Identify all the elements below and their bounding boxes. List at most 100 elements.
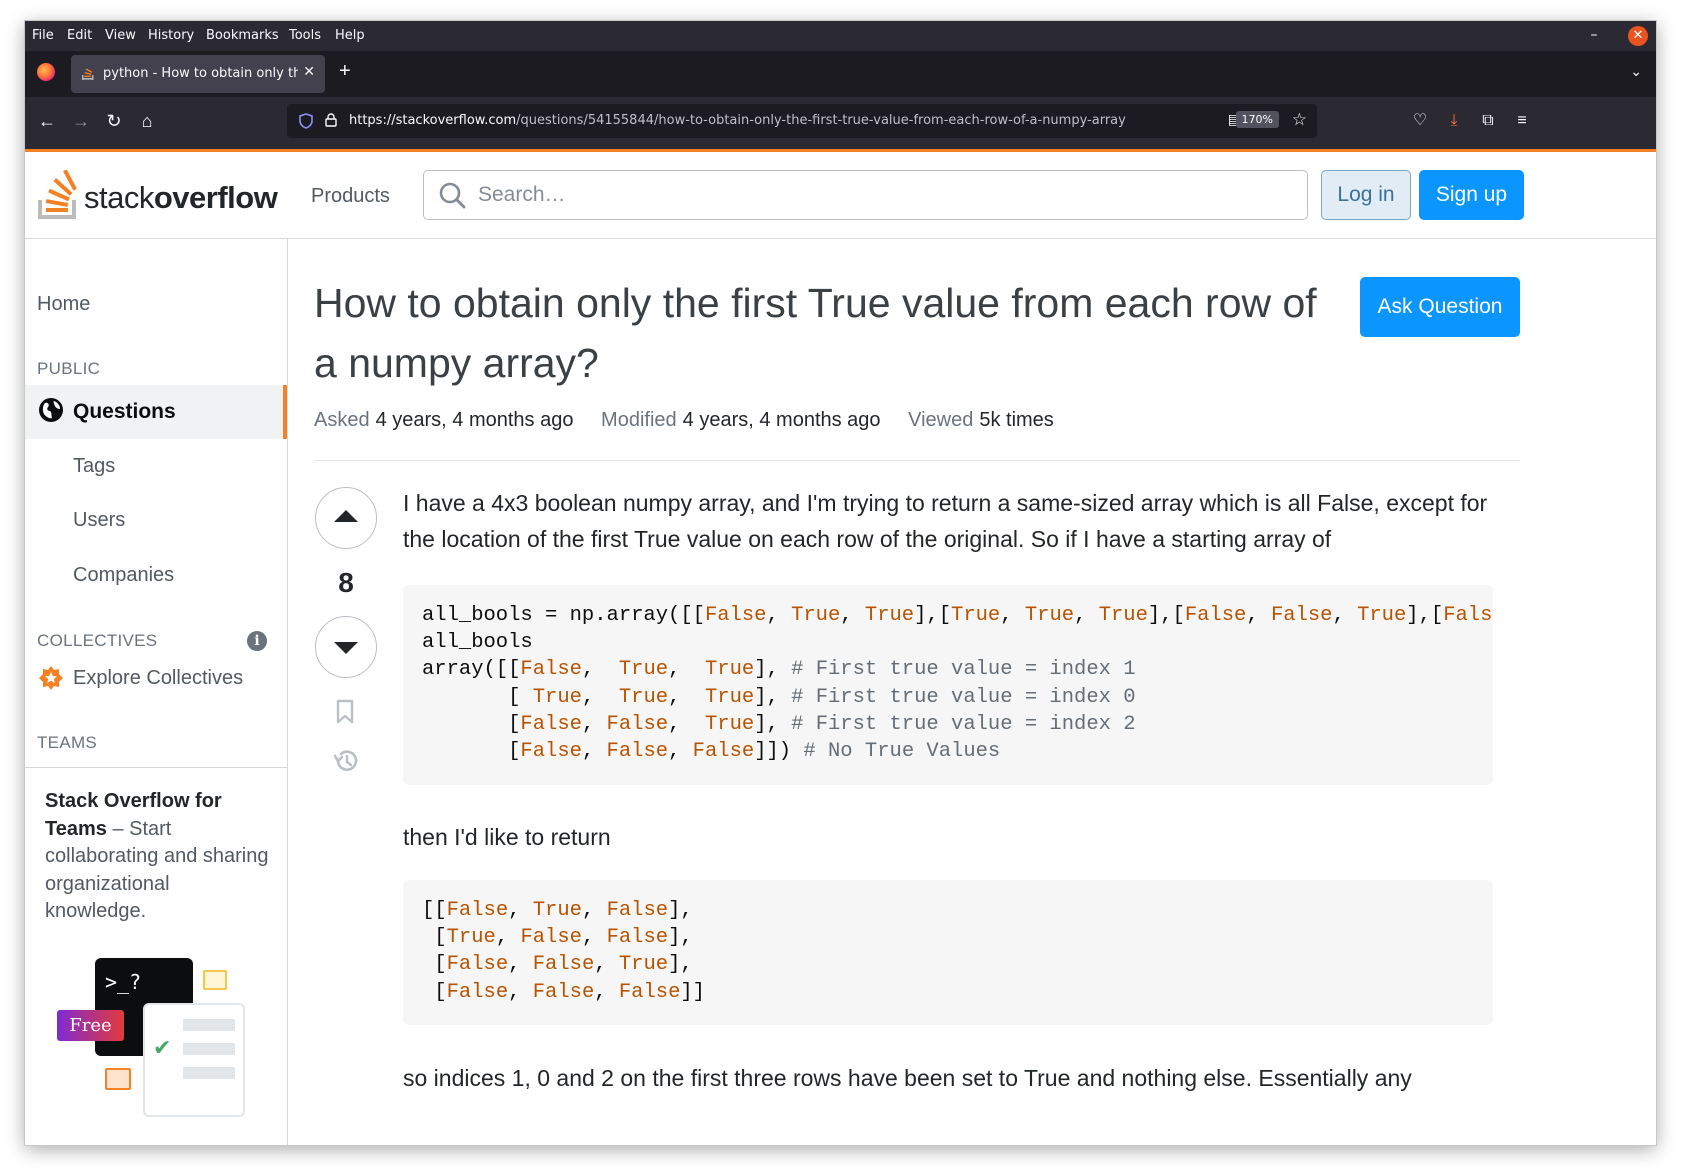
menu-history[interactable]: History — [148, 28, 194, 43]
stackoverflow-logo[interactable]: stackoverflow — [37, 170, 278, 220]
new-tab-icon[interactable]: + — [339, 61, 351, 81]
code-text: ]]) — [754, 740, 804, 764]
code-text: , — [508, 980, 533, 1004]
code-keyword: False — [520, 658, 582, 682]
code-text: ],[ — [1147, 604, 1185, 627]
modified-value[interactable]: 4 years, 4 months ago — [683, 409, 881, 431]
site-header: stackoverflow Products Log in Sign up — [25, 152, 1656, 239]
code-text: , — [581, 926, 607, 950]
checklist-card: ✔ — [143, 1003, 245, 1117]
code-keyword: True — [532, 899, 582, 922]
code-text: ], — [668, 953, 693, 977]
menu-tools[interactable]: Tools — [289, 28, 321, 43]
code-keyword: False — [704, 604, 767, 627]
ask-question-button[interactable]: Ask Question — [1360, 277, 1520, 337]
back-icon[interactable]: ← — [35, 111, 59, 131]
code-line: [False, False, True], — [422, 951, 1474, 978]
code-keyword: False — [446, 953, 509, 977]
search-box[interactable] — [423, 170, 1308, 220]
sidebar-item-companies[interactable]: Companies — [73, 564, 174, 587]
code-keyword: False — [520, 740, 582, 764]
code-text: ], — [754, 658, 792, 682]
reload-icon[interactable]: ↻ — [102, 111, 126, 131]
tab-active[interactable]: python - How to obtain only the first Tr… — [71, 55, 325, 93]
url-bar[interactable]: https://stackoverflow.com/questions/5415… — [287, 104, 1317, 138]
code-text: , — [508, 899, 533, 922]
code-text: [ — [422, 980, 447, 1004]
code-keyword: False — [520, 926, 582, 950]
code-text: , — [668, 740, 693, 764]
code-text: , — [594, 980, 619, 1004]
code-text: , — [1332, 604, 1358, 627]
menu-help[interactable]: Help — [335, 28, 365, 43]
menu-bookmarks[interactable]: Bookmarks — [206, 28, 279, 43]
code-keyword: False — [446, 899, 509, 922]
menu-edit[interactable]: Edit — [67, 28, 92, 43]
sidebar-item-questions[interactable]: Questions — [25, 385, 287, 439]
tracking-shield-icon[interactable] — [299, 113, 313, 129]
menu-view[interactable]: View — [105, 28, 136, 43]
sidebar-item-tags[interactable]: Tags — [73, 455, 115, 478]
body-paragraph: then I'd like to return — [403, 824, 611, 850]
code-text: ],[ — [914, 604, 952, 627]
code-line: [False, False, True], # First true value… — [422, 711, 1474, 738]
code-text: , — [668, 685, 705, 709]
minimize-icon[interactable]: – — [1584, 26, 1604, 46]
code-keyword: True — [1098, 604, 1148, 627]
collectives-star-icon — [39, 666, 63, 690]
code-text: ], — [668, 926, 693, 950]
logo-word-stack: stack — [84, 180, 154, 215]
lock-icon[interactable] — [325, 113, 337, 127]
list-all-tabs-icon[interactable]: ⌄ — [1630, 63, 1642, 80]
sidebar-item-explore-collectives[interactable]: Explore Collectives — [73, 667, 243, 690]
firefox-view-icon[interactable] — [37, 63, 55, 81]
home-icon[interactable]: ⌂ — [135, 111, 159, 131]
upvote-button[interactable] — [315, 487, 377, 549]
code-comment: # No True Values — [803, 740, 1001, 764]
sidebar-item-home[interactable]: Home — [37, 293, 90, 316]
close-window-icon[interactable]: ✕ — [1628, 26, 1648, 46]
stackoverflow-logo-icon — [38, 170, 77, 219]
question-title[interactable]: How to obtain only the first True value … — [314, 273, 1344, 393]
signup-button[interactable]: Sign up — [1419, 170, 1524, 220]
zoom-level[interactable]: 170% — [1235, 111, 1279, 128]
sidebar-item-users[interactable]: Users — [73, 509, 125, 532]
code-keyword: True — [618, 953, 669, 977]
code-keyword: False — [1270, 604, 1333, 627]
code-line: [[False, True, False], — [422, 897, 1474, 924]
code-keyword: True — [532, 685, 582, 709]
divider — [314, 460, 1520, 461]
code-line: [False, False, False]] — [422, 979, 1474, 1006]
question-meta: Asked 4 years, 4 months ago Modified 4 yea… — [314, 409, 1076, 432]
code-text: , — [840, 604, 865, 627]
bookmark-icon[interactable] — [335, 699, 355, 725]
login-button[interactable]: Log in — [1321, 170, 1411, 220]
code-text: , — [581, 658, 619, 682]
downloads-icon[interactable]: ⤓ — [1443, 111, 1465, 131]
forward-icon[interactable]: → — [69, 111, 93, 131]
code-text: [ — [422, 685, 533, 709]
extensions-icon[interactable]: ⧉ — [1477, 111, 1499, 131]
history-icon[interactable] — [332, 747, 360, 775]
products-link[interactable]: Products — [311, 185, 390, 208]
bookmark-star-icon[interactable]: ☆ — [1292, 110, 1307, 130]
sidebar-section-collectives: COLLECTIVES — [37, 631, 158, 650]
downvote-button[interactable] — [315, 616, 377, 678]
code-text: , — [766, 604, 792, 627]
info-icon[interactable]: i — [247, 631, 267, 651]
asked-value[interactable]: 4 years, 4 months ago — [376, 409, 574, 431]
app-menu-icon[interactable]: ≡ — [1511, 111, 1533, 131]
code-line: array([[False, True, True], # First true… — [422, 656, 1474, 683]
code-keyword: True — [704, 685, 755, 709]
logo-word-overflow: overflow — [153, 180, 278, 215]
arrow-down-icon — [334, 642, 358, 654]
tab-close-icon[interactable]: ✕ — [303, 64, 315, 80]
code-comment: # First true value = index 1 — [791, 658, 1136, 682]
menu-file[interactable]: File — [32, 28, 54, 43]
browser-window: File Edit View History Bookmarks Tools H… — [25, 21, 1656, 1145]
globe-icon — [39, 398, 63, 422]
search-input[interactable] — [476, 179, 1280, 211]
pocket-icon[interactable]: ♡ — [1409, 111, 1431, 131]
code-keyword: True — [618, 658, 669, 682]
code-text: array([[ — [422, 658, 521, 682]
